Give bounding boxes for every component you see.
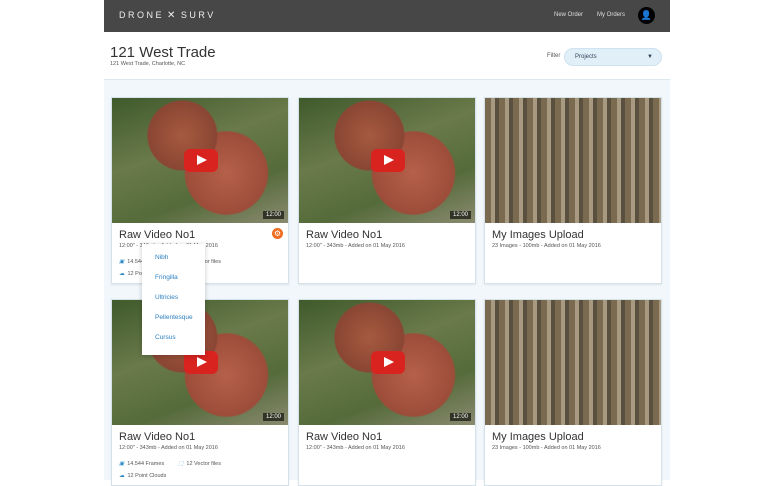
card-info: My Images Upload 23 Images - 100mb - Adde… bbox=[485, 223, 661, 283]
thumbnail[interactable] bbox=[485, 98, 661, 223]
card-meta: 23 Images - 100mb - Added on 01 May 2016 bbox=[492, 445, 601, 451]
card-meta: 12:00" - 343mb - Added on 01 May 2016 bbox=[119, 445, 218, 451]
menu-item-cursus[interactable]: Cursus bbox=[155, 334, 205, 354]
vector-icon: ⬚ bbox=[178, 461, 184, 467]
card-stats: ▣14.544 Frames ⬚12 Vector files ☁12 Point … bbox=[119, 458, 281, 482]
gear-icon[interactable]: ⚙ bbox=[272, 228, 283, 239]
clouds-count: 12 Point Clouds bbox=[127, 473, 167, 479]
cloud-icon: ☁ bbox=[119, 271, 125, 277]
play-icon[interactable] bbox=[371, 149, 405, 172]
logo[interactable]: DRONE ✕ SURV bbox=[119, 10, 216, 21]
page-header: 121 West Trade 121 West Trade, Charlotte… bbox=[104, 32, 670, 80]
duration-badge: 12:00 bbox=[262, 211, 284, 219]
card-title: My Images Upload bbox=[492, 431, 584, 443]
image-icon: ▣ bbox=[119, 259, 125, 265]
top-bar: DRONE ✕ SURV New Order My Orders 👤 bbox=[104, 0, 670, 32]
filter-label: Filter bbox=[547, 53, 561, 59]
card-meta: 12:00" - 343mb - Added on 01 May 2016 bbox=[306, 445, 405, 451]
nav-my-orders[interactable]: My Orders bbox=[597, 12, 625, 18]
card-title: Raw Video No1 bbox=[306, 431, 383, 443]
play-icon[interactable] bbox=[184, 149, 218, 172]
cloud-icon: ☁ bbox=[119, 473, 125, 479]
nav-new-order[interactable]: New Order bbox=[554, 12, 583, 18]
user-avatar-icon[interactable]: 👤 bbox=[638, 7, 655, 24]
card-meta: 23 Images - 100mb - Added on 01 May 2016 bbox=[492, 243, 601, 249]
duration-badge: 12:00 bbox=[449, 413, 471, 421]
media-card[interactable]: 12:00 Raw Video No1 12:00" - 343mb - Added… bbox=[298, 97, 476, 284]
media-card[interactable]: My Images Upload 23 Images - 100mb - Adde… bbox=[484, 299, 662, 486]
drone-icon: ✕ bbox=[167, 10, 178, 21]
thumbnail[interactable]: 12:00 bbox=[299, 300, 475, 425]
card-info: My Images Upload 23 Images - 100mb - Adde… bbox=[485, 425, 661, 485]
logo-text: SURV bbox=[180, 10, 216, 20]
card-options-menu: Nibh Fringilla Ultricies Pellentesque Cu… bbox=[142, 244, 205, 355]
card-info: Raw Video No1 12:00" - 343mb - Added on 0… bbox=[299, 223, 475, 283]
logo-text: DRONE bbox=[119, 10, 165, 20]
media-card[interactable]: 12:00 Raw Video No1 12:00" - 343mb - Added… bbox=[298, 299, 476, 486]
image-icon: ▣ bbox=[119, 461, 125, 467]
card-info: Raw Video No1 12:00" - 343mb - Added on 0… bbox=[112, 425, 288, 485]
thumbnail[interactable] bbox=[485, 300, 661, 425]
filter-value: Projects bbox=[575, 54, 597, 60]
thumbnail[interactable]: 12:00 bbox=[112, 98, 288, 223]
menu-item-nibh[interactable]: Nibh bbox=[155, 254, 205, 274]
menu-item-pellentesque[interactable]: Pellentesque bbox=[155, 314, 205, 334]
chevron-down-icon: ▼ bbox=[647, 54, 653, 60]
card-title: Raw Video No1 bbox=[306, 229, 383, 241]
page-subtitle: 121 West Trade, Charlotte, NC bbox=[110, 61, 186, 67]
frames-count: 14.544 Frames bbox=[127, 461, 165, 467]
thumbnail[interactable]: 12:00 bbox=[299, 98, 475, 223]
duration-badge: 12:00 bbox=[449, 211, 471, 219]
play-icon[interactable] bbox=[371, 351, 405, 374]
menu-item-ultricies[interactable]: Ultricies bbox=[155, 294, 205, 314]
card-meta: 12:00" - 343mb - Added on 01 May 2016 bbox=[306, 243, 405, 249]
filter-select[interactable]: Projects ▼ bbox=[564, 48, 662, 66]
card-title: My Images Upload bbox=[492, 229, 584, 241]
media-card[interactable]: My Images Upload 23 Images - 100mb - Adde… bbox=[484, 97, 662, 284]
page-title: 121 West Trade bbox=[110, 44, 216, 61]
duration-badge: 12:00 bbox=[262, 413, 284, 421]
card-title: Raw Video No1 bbox=[119, 229, 196, 241]
card-info: Raw Video No1 12:00" - 343mb - Added on 0… bbox=[299, 425, 475, 485]
card-title: Raw Video No1 bbox=[119, 431, 196, 443]
menu-item-fringilla[interactable]: Fringilla bbox=[155, 274, 205, 294]
vector-count: 12 Vector files bbox=[186, 461, 221, 467]
